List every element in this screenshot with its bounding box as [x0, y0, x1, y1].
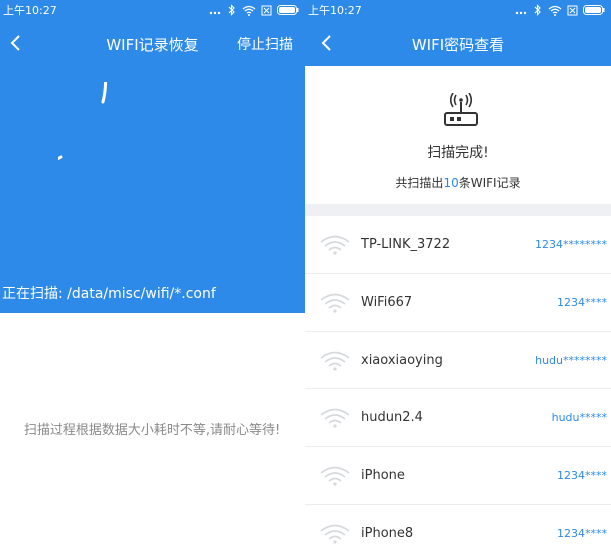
wifi-ssid: iPhone8: [361, 525, 414, 541]
wait-hint: 扫描过程根据数据大小耗时不等,请耐心等待!: [23, 423, 281, 438]
battery-icon: [277, 5, 299, 15]
more-dots-icon: [209, 11, 221, 15]
wifi-password: 1234********: [535, 238, 607, 251]
wifi-signal-icon: [320, 524, 350, 544]
status-time: 上午10:27: [3, 4, 57, 17]
scan-complete-text: 扫描完成!: [427, 145, 489, 161]
record-count-text: 共扫描出10条WIFI记录: [305, 174, 611, 191]
wifi-ssid: WiFi667: [361, 294, 413, 310]
stop-scan-button[interactable]: 停止扫描: [237, 34, 293, 54]
scan-path-text: 正在扫描: /data/misc/wifi/*.conf: [2, 286, 216, 302]
count-suffix: 条WIFI记录: [458, 176, 521, 190]
sim-icon: [261, 5, 272, 15]
status-bar: 上午10:27: [305, 0, 611, 20]
progress-ring: [58, 82, 107, 161]
wifi-list-item[interactable]: iPhone8 1234****: [305, 504, 611, 556]
page-title: WIFI密码查看: [411, 36, 505, 54]
wifi-list-item[interactable]: WiFi667 1234****: [305, 273, 611, 332]
sim-icon: [567, 5, 578, 15]
router-icon: [444, 93, 478, 126]
wifi-password: hudu*****: [551, 411, 607, 425]
count-prefix: 共扫描出: [395, 176, 444, 190]
status-icons: [515, 4, 605, 16]
wifi-list-item[interactable]: xiaoxiaoying hudu********: [305, 331, 611, 390]
wifi-signal-icon: [320, 409, 350, 428]
wifi-list-item[interactable]: TP-LINK_3722 1234********: [305, 216, 611, 274]
results-screen: 上午10:27 WIFI密码查看 扫描完成! 共扫描出10条WIFI记录 TP-…: [305, 0, 611, 556]
status-icons: [209, 4, 299, 16]
wifi-icon: [242, 5, 256, 16]
wifi-list: TP-LINK_3722 1234******** WiFi667 1234**…: [305, 216, 611, 556]
wifi-icon: [548, 5, 562, 16]
section-divider: [305, 204, 611, 216]
wifi-ssid: hudun2.4: [361, 410, 423, 426]
wifi-list-item[interactable]: hudun2.4 hudu*****: [305, 389, 611, 448]
scan-result-card: 扫描完成! 共扫描出10条WIFI记录: [305, 66, 611, 204]
scan-screen: 上午10:27 WIFI记录恢复 停止扫描 正在扫描: /data/misc/w…: [0, 0, 305, 556]
app-bar: WIFI密码查看: [305, 20, 611, 66]
bluetooth-icon: [534, 4, 541, 16]
wifi-ssid: iPhone: [361, 468, 405, 484]
wifi-password: 1234****: [557, 526, 607, 540]
status-time: 上午10:27: [308, 4, 362, 17]
wifi-signal-icon: [320, 351, 350, 371]
wifi-password: 1234****: [557, 469, 607, 483]
more-dots-icon: [515, 11, 527, 15]
bluetooth-icon: [228, 4, 235, 16]
app-bar: WIFI记录恢复 停止扫描: [0, 20, 305, 66]
wifi-signal-icon: [320, 293, 350, 313]
wifi-ssid: TP-LINK_3722: [361, 237, 451, 252]
wifi-password: hudu********: [535, 353, 607, 367]
header-area: 上午10:27 WIFI密码查看: [305, 0, 611, 66]
wifi-signal-icon: [320, 466, 350, 486]
wifi-signal-icon: [320, 235, 350, 255]
status-bar: 上午10:27: [0, 0, 305, 20]
count-value: 10: [443, 176, 459, 190]
wifi-list-item[interactable]: iPhone 1234****: [305, 447, 611, 505]
wifi-password: 1234****: [557, 295, 607, 309]
scan-area: 上午10:27 WIFI记录恢复 停止扫描 正在扫描: /data/misc/w…: [0, 0, 305, 313]
battery-icon: [583, 5, 605, 15]
wifi-ssid: xiaoxiaoying: [361, 352, 443, 368]
